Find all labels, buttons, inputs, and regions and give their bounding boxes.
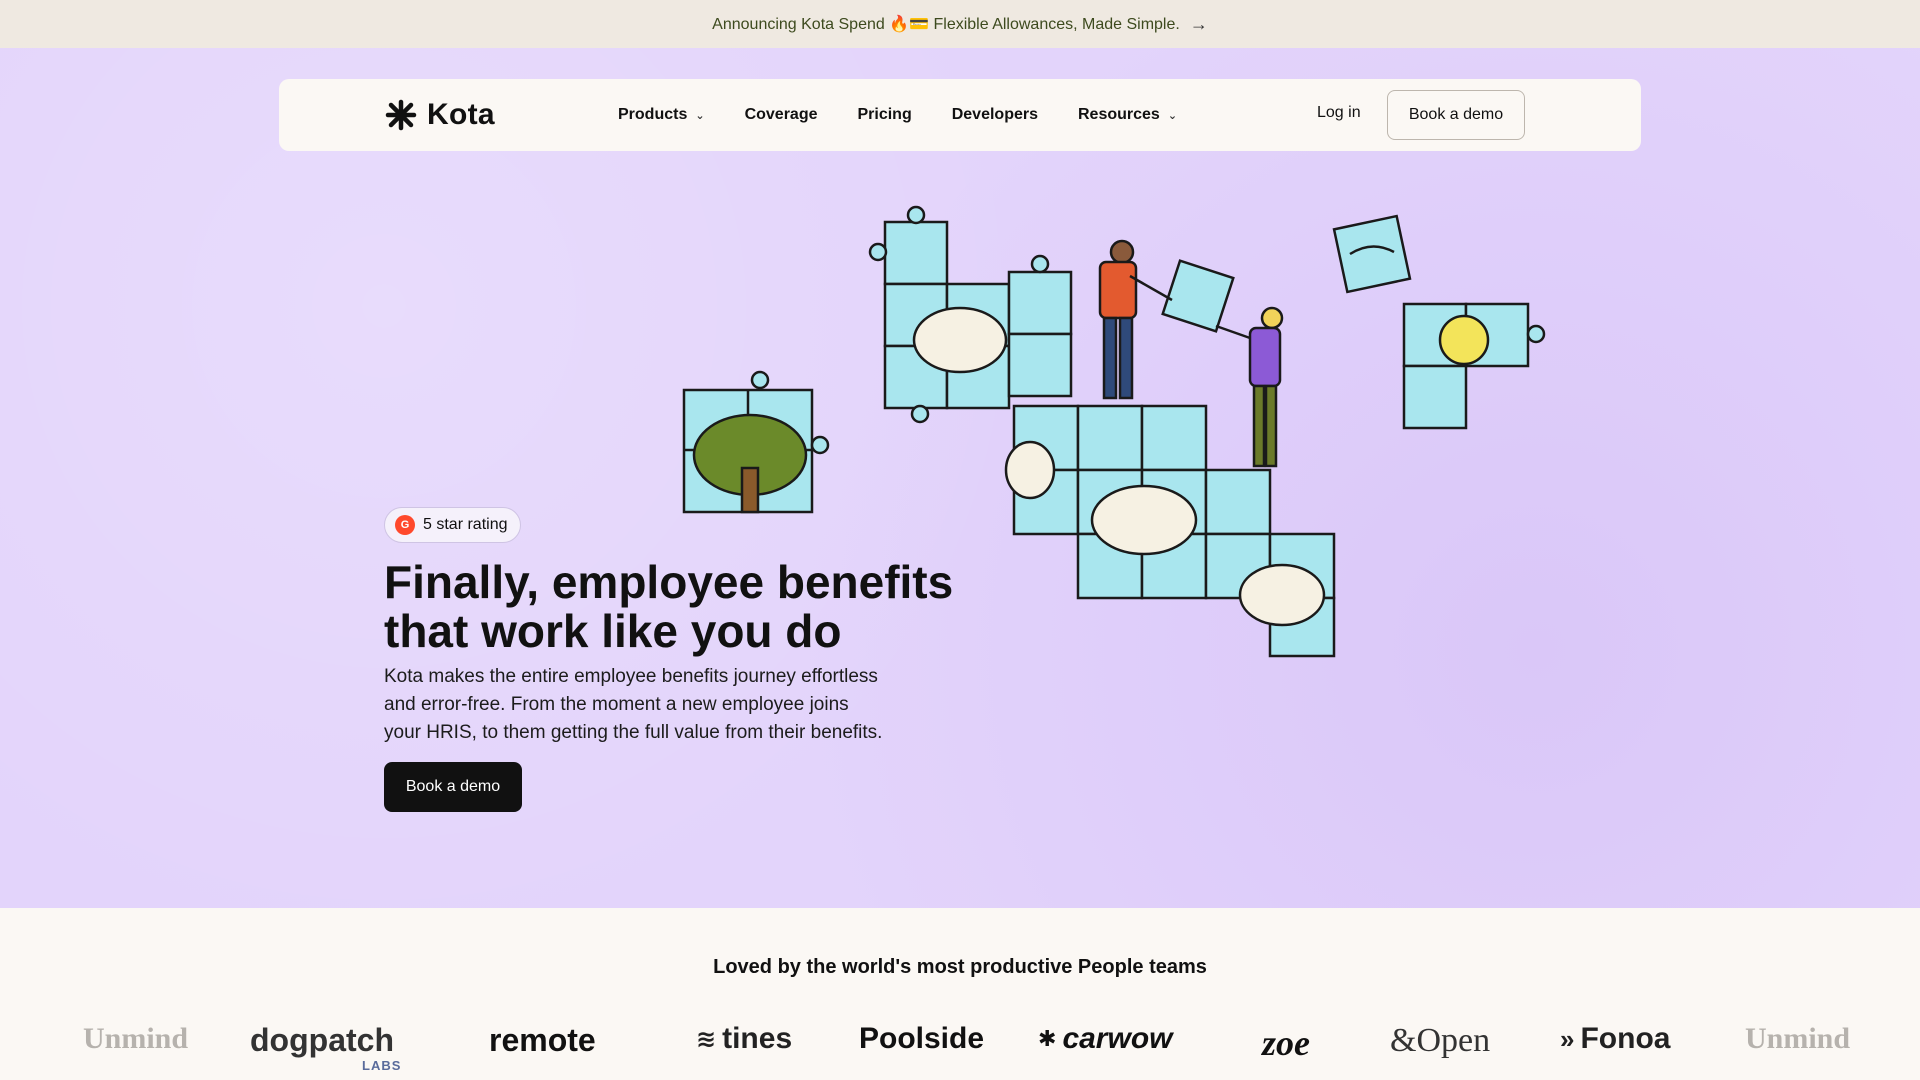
subtext-line: and error-free. From the moment a new em…	[384, 694, 849, 715]
fonoa-chevrons-icon: »	[1560, 1023, 1575, 1054]
chevron-down-icon: ⌄	[695, 109, 705, 122]
nav-item-products[interactable]: Products ⌄	[618, 106, 705, 124]
subtext-line: Kota makes the entire employee benefits …	[384, 666, 878, 687]
arrow-right-icon[interactable]: →	[1190, 14, 1208, 35]
nav-item-label: Resources	[1077, 106, 1160, 123]
logo-remote: remote	[489, 1022, 596, 1058]
tines-stack-icon: ≋	[696, 1025, 717, 1053]
hero-subtext: Kota makes the entire employee benefits …	[384, 663, 944, 747]
logo-fonoa: » Fonoa	[1560, 1022, 1670, 1056]
floating-puzzle-piece	[1161, 259, 1235, 333]
logo-unmind: Unmind	[1745, 1022, 1851, 1055]
main-navigation: Kota Products ⌄ Coverage Pricing Develop…	[279, 79, 1641, 151]
logo-tines-text: tines	[722, 1022, 793, 1055]
logo-dogpatch-sub: LABS	[362, 1058, 402, 1073]
nav-menu: Products ⌄ Coverage Pricing Developers R…	[618, 79, 1177, 151]
book-demo-hero-button[interactable]: Book a demo	[384, 762, 522, 812]
logo-dogpatch: dogpatch LABS	[250, 1022, 400, 1073]
nav-item-developers[interactable]: Developers	[952, 106, 1038, 124]
headline-line: Finally, employee benefits	[384, 556, 954, 608]
logo-fonoa-text: Fonoa	[1580, 1022, 1671, 1055]
announcement-text[interactable]: Announcing Kota Spend 🔥💳 Flexible Allowa…	[712, 14, 1180, 34]
headline-line: that work like you do	[384, 605, 842, 657]
kota-star-icon	[385, 99, 417, 131]
hero-headline: Finally, employee benefits that work lik…	[384, 558, 1004, 656]
nav-item-label: Pricing	[857, 106, 912, 123]
logo-carwow-text: carwow	[1062, 1022, 1173, 1055]
nav-item-label: Products	[618, 106, 688, 123]
tree-puzzle-block	[682, 370, 830, 514]
nav-item-resources[interactable]: Resources ⌄	[1078, 106, 1177, 124]
subtext-line: your HRIS, to them getting the full valu…	[384, 722, 883, 743]
brand-name: Kota	[427, 98, 495, 131]
nav-item-pricing[interactable]: Pricing	[857, 106, 911, 124]
login-link[interactable]: Log in	[1317, 104, 1361, 122]
brand-logo[interactable]: Kota	[383, 97, 495, 133]
coin-puzzle-block	[1402, 302, 1546, 430]
social-proof-heading: Loved by the world's most productive Peo…	[713, 956, 1207, 978]
hand-puzzle-piece	[1332, 214, 1412, 294]
nav-item-label: Developers	[951, 106, 1038, 123]
logo-poolside: Poolside	[859, 1022, 985, 1055]
logo-unmind: Unmind	[83, 1022, 189, 1055]
book-demo-nav-button[interactable]: Book a demo	[1387, 90, 1525, 140]
g2-logo-icon: G	[395, 515, 415, 535]
logo-andopen: &Open	[1390, 1022, 1491, 1059]
logo-tines: ≋ tines	[696, 1022, 792, 1056]
customer-logos-row: Unmind dogpatch LABS remote ≋ tines Pool…	[0, 1010, 1920, 1080]
logo-dogpatch-text: dogpatch	[250, 1022, 394, 1058]
chevron-down-icon: ⌄	[1167, 109, 1178, 122]
announcement-bar[interactable]: Announcing Kota Spend 🔥💳 Flexible Allowa…	[0, 0, 1920, 48]
logo-carwow: ✱ carwow	[1038, 1022, 1172, 1056]
rating-badge: G 5 star rating	[384, 507, 522, 543]
nav-item-label: Coverage	[744, 106, 818, 123]
logo-zoe: zoe	[1262, 1023, 1310, 1063]
rating-badge-label: 5 star rating	[423, 516, 508, 533]
nav-item-coverage[interactable]: Coverage	[745, 106, 818, 124]
carwow-star-icon: ✱	[1038, 1026, 1057, 1051]
